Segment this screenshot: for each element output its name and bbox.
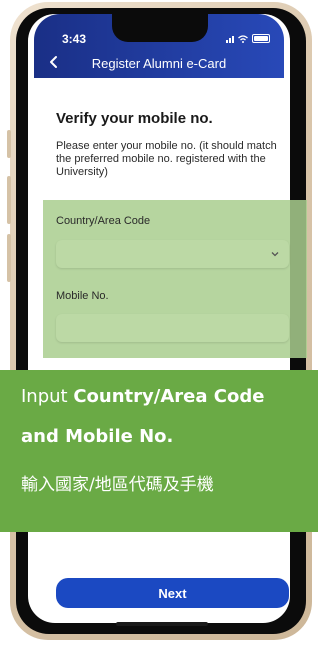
status-icons <box>226 34 270 43</box>
header-title: Register Alumni e-Card <box>91 56 227 71</box>
country-code-select[interactable] <box>56 240 289 268</box>
callout-line1-prefix: Input <box>21 386 74 407</box>
mobile-input[interactable] <box>56 314 289 342</box>
callout-line2-bold: and Mobile No. <box>21 426 174 447</box>
volume-down-button-hardware <box>7 176 11 224</box>
volume-down-2-button-hardware <box>7 234 11 282</box>
callout-line-1: Input Country/Area Code <box>21 386 264 407</box>
callout-line-3: 輸入國家/地區代碼及手機 <box>21 475 214 495</box>
mobile-label: Mobile No. <box>56 290 109 302</box>
wifi-icon <box>238 34 248 43</box>
callout-line1-bold: Country/Area Code <box>73 386 265 407</box>
home-indicator <box>116 622 208 626</box>
callout-line-2: and Mobile No. <box>21 426 173 447</box>
volume-up-button-hardware <box>7 130 11 158</box>
instruction-callout: Input Country/Area Code and Mobile No. 輸… <box>0 370 318 532</box>
battery-icon <box>252 34 270 43</box>
app-header: 3:43 Register Alumni e-Card <box>34 14 284 78</box>
signal-icon <box>226 35 234 43</box>
chevron-down-icon <box>271 252 279 257</box>
next-button[interactable]: Next <box>56 578 289 608</box>
phone-notch <box>112 14 208 42</box>
page-description: Please enter your mobile no. (it should … <box>56 140 277 178</box>
status-time: 3:43 <box>62 32 87 46</box>
page-title: Verify your mobile no. <box>56 110 213 127</box>
country-code-label: Country/Area Code <box>56 215 151 227</box>
